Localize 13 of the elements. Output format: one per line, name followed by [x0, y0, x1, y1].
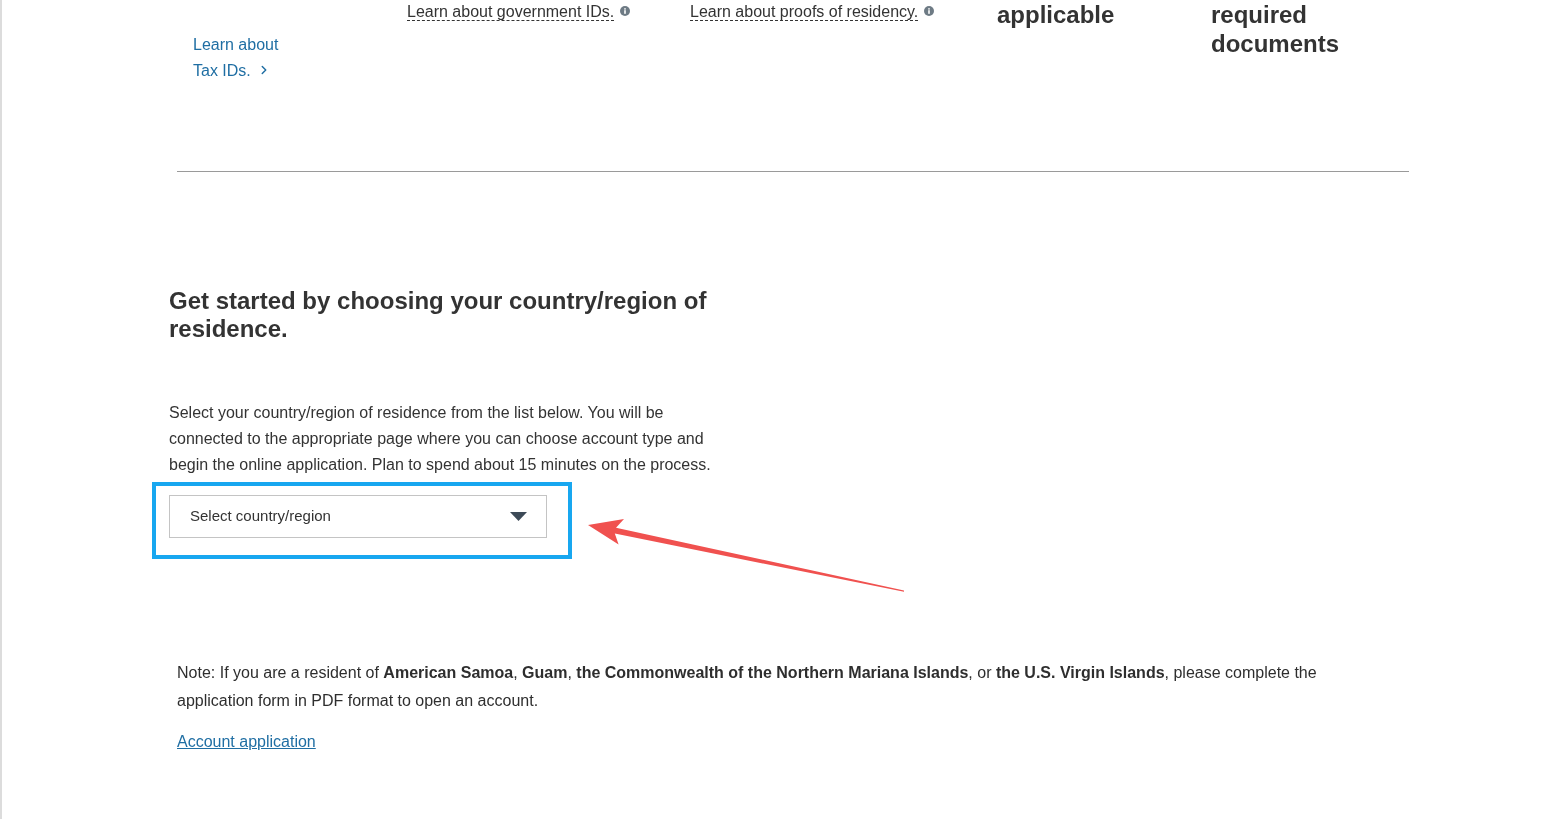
column-heading: required documents	[1211, 0, 1340, 58]
country-select[interactable]: Select country/region	[169, 495, 547, 538]
section-heading: Get started by choosing your country/region of residence.	[169, 287, 708, 343]
instruction-text: Select your country/region of residence from the list below. You will be connected to the appropriate page where you can choose account type and begin the online application. Plan to spend about 15 minutes on the process.	[169, 403, 712, 475]
caret-down-icon	[510, 512, 527, 521]
note-text: Note: If you are a resident of American Samoa, Guam, the Commonwealth of the Northern Mariana Islands, orthe U.S. Virgin Islands, please complete the application form in PDF format to open an account.	[177, 663, 1318, 711]
tooltip-link[interactable]: Learn about proofs of residency.	[690, 2, 935, 22]
tooltip-link[interactable]: Learn about government IDs.	[407, 2, 631, 22]
info-icon	[620, 6, 631, 16]
column-heading: applicable	[997, 0, 1116, 29]
info-icon	[924, 6, 935, 16]
account-application-link[interactable]: Account application	[177, 731, 316, 753]
tax-ids-link[interactable]: Learn about Tax IDs.	[193, 32, 293, 84]
